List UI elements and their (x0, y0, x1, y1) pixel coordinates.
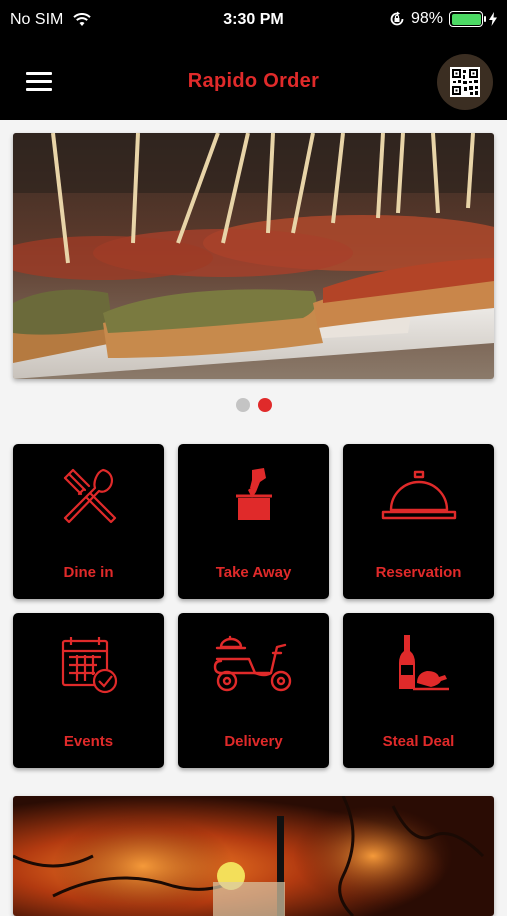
tile-take-away-label: Take Away (215, 564, 292, 581)
carousel-dot-2[interactable] (257, 398, 272, 412)
takeaway-bag-icon (235, 468, 272, 520)
status-bar: No SIM 3:30 PM 98% (0, 0, 507, 42)
tile-dine-in-label: Dine in (63, 564, 114, 581)
top-navbar: Rapido Order (0, 42, 507, 120)
orientation-lock-icon (390, 11, 404, 26)
battery-percent: 98% (410, 10, 443, 27)
service-grid: Dine in Take Away Reservation Events Del… (13, 444, 494, 768)
tile-steal-deal-label: Steal Deal (382, 733, 455, 750)
tile-events-label: Events (63, 733, 114, 750)
tile-dine-in[interactable]: Dine in (13, 444, 164, 599)
drink-photo (13, 796, 494, 916)
cloche-icon (381, 470, 456, 520)
tile-reservation[interactable]: Reservation (343, 444, 494, 599)
charging-icon (489, 12, 497, 26)
tile-events[interactable]: Events (13, 613, 164, 768)
carousel-dot-1[interactable] (235, 398, 250, 412)
battery-icon (449, 11, 486, 27)
scooter-icon (213, 635, 291, 692)
secondary-banner-image[interactable] (13, 796, 494, 916)
calendar-check-icon (61, 637, 117, 694)
tile-take-away[interactable]: Take Away (178, 444, 329, 599)
qr-code-icon (450, 67, 480, 97)
fork-knife-icon (63, 468, 116, 524)
carousel-indicator (0, 398, 507, 412)
food-photo (13, 133, 494, 379)
tile-delivery[interactable]: Delivery (178, 613, 329, 768)
tile-steal-deal[interactable]: Steal Deal (343, 613, 494, 768)
qr-scan-button[interactable] (437, 54, 493, 110)
tile-delivery-label: Delivery (224, 733, 283, 750)
promo-banner-image[interactable] (13, 133, 494, 379)
page-title: Rapido Order (187, 70, 320, 92)
tile-reservation-label: Reservation (375, 564, 462, 581)
wine-chicken-icon (398, 635, 449, 691)
